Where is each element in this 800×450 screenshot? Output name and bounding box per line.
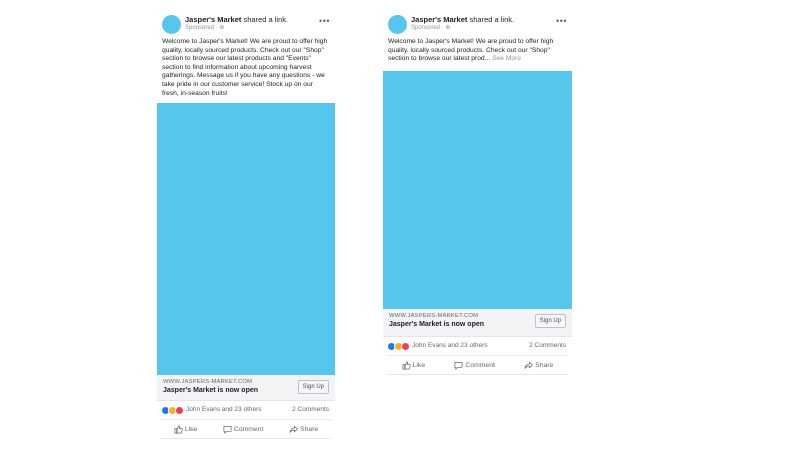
comment-icon	[454, 361, 463, 370]
post-header: Jasper's Market shared a link. Sponsored…	[383, 10, 572, 38]
love-reaction-icon	[175, 406, 184, 415]
ad-post-expanded: Jasper's Market shared a link. Sponsored…	[157, 10, 335, 439]
share-arrow-icon	[524, 361, 534, 369]
share-button[interactable]: Share	[289, 425, 318, 434]
page-avatar[interactable]	[388, 15, 407, 34]
more-options-icon[interactable]: •••	[556, 16, 567, 26]
action-bar: Like Comment Share	[387, 356, 568, 375]
page-name-link[interactable]: Jasper's Market	[411, 15, 467, 24]
sign-up-button[interactable]: Sign Up	[297, 380, 329, 394]
reactions-bar: John Evans and 23 others 2 Comments	[161, 401, 331, 420]
link-title: Jasper's Market is now open	[389, 321, 485, 328]
post-media-image[interactable]	[383, 71, 572, 309]
reaction-names[interactable]: John Evans and 23 others	[412, 342, 488, 349]
post-media-image[interactable]	[157, 103, 335, 375]
more-options-icon[interactable]: •••	[319, 16, 330, 26]
thumbs-up-icon	[402, 361, 411, 369]
post-header: Jasper's Market shared a link. Sponsored…	[157, 10, 335, 38]
link-title: Jasper's Market is now open	[163, 387, 259, 394]
link-domain: WWW.JASPERS-MARKET.COM	[163, 379, 253, 385]
page-avatar[interactable]	[162, 15, 181, 34]
sponsored-label: Sponsored · ⊕	[185, 25, 225, 31]
share-button[interactable]: Share	[524, 361, 553, 370]
comments-count[interactable]: 2 Comments	[292, 406, 329, 413]
reaction-icons[interactable]	[387, 342, 410, 351]
sign-up-button[interactable]: Sign Up	[534, 314, 566, 328]
comment-button[interactable]: Comment	[454, 361, 495, 370]
sponsored-label: Sponsored · ⊕	[411, 25, 451, 31]
comment-button[interactable]: Comment	[223, 425, 263, 434]
reactions-bar: John Evans and 23 others 2 Comments	[387, 337, 568, 356]
post-body-text: Welcome to Jasper's Market! We are proud…	[162, 38, 328, 97]
page-name-link[interactable]: Jasper's Market	[185, 15, 241, 24]
share-arrow-icon	[289, 425, 299, 433]
like-button[interactable]: Like	[174, 425, 197, 434]
link-preview[interactable]: WWW.JASPERS-MARKET.COM Jasper's Market i…	[157, 375, 335, 401]
comment-icon	[223, 425, 232, 434]
link-domain: WWW.JASPERS-MARKET.COM	[389, 313, 479, 319]
shared-link-text: shared a link.	[241, 15, 289, 24]
reaction-names[interactable]: John Evans and 23 others	[186, 406, 262, 413]
comments-count[interactable]: 2 Comments	[529, 342, 566, 349]
see-more-link[interactable]: See More	[490, 55, 521, 62]
like-button[interactable]: Like	[402, 361, 425, 370]
link-preview[interactable]: WWW.JASPERS-MARKET.COM Jasper's Market i…	[383, 309, 572, 337]
post-body-text: Welcome to Jasper's Market! We are proud…	[388, 38, 554, 63]
ad-post-truncated: Jasper's Market shared a link. Sponsored…	[383, 10, 572, 375]
love-reaction-icon	[401, 342, 410, 351]
thumbs-up-icon	[174, 425, 183, 433]
shared-link-text: shared a link.	[467, 15, 515, 24]
reaction-icons[interactable]	[161, 406, 184, 415]
action-bar: Like Comment Share	[161, 420, 331, 439]
